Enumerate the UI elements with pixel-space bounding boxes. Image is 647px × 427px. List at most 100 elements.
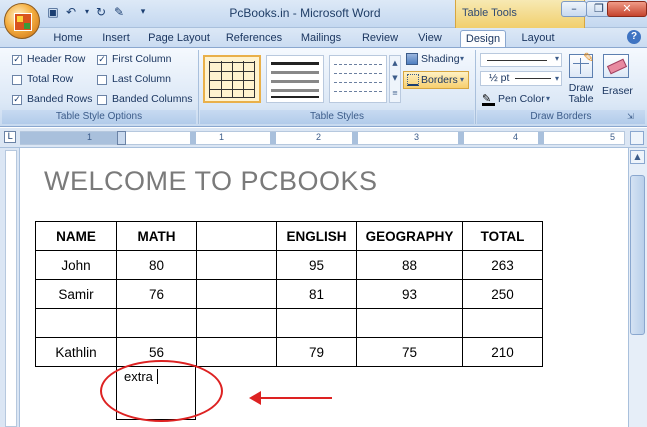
table-cell[interactable] [356, 308, 463, 338]
close-button[interactable]: ✕ [607, 1, 647, 17]
table-cell[interactable]: 75 [356, 337, 463, 367]
office-button[interactable] [4, 3, 40, 39]
borders-dropdown-icon[interactable]: ▾ [460, 75, 464, 84]
borders-button[interactable]: Borders [421, 74, 458, 86]
table-style-shaded[interactable] [266, 55, 324, 103]
last-column-checkbox[interactable] [97, 75, 107, 85]
table-header-cell[interactable]: NAME [35, 221, 117, 251]
format-painter-icon[interactable]: ✎ [112, 5, 126, 19]
tab-insert[interactable]: Insert [96, 30, 136, 48]
ruler-number: 5 [610, 132, 616, 142]
table-header-cell[interactable]: MATH [116, 221, 197, 251]
table-cell[interactable]: Kathlin [35, 337, 117, 367]
undo-icon[interactable]: ↶ [64, 5, 78, 19]
table-styles-group-label: Table Styles [200, 110, 474, 124]
eraser-icon[interactable] [603, 54, 629, 78]
shading-button[interactable]: Shading [421, 53, 460, 65]
table-cell[interactable]: Samir [35, 279, 117, 309]
tab-design[interactable]: Design [460, 30, 506, 48]
minimize-button[interactable]: – [561, 1, 587, 17]
draw-table-button[interactable]: Draw Table [566, 83, 596, 105]
tab-layout[interactable]: Layout [516, 30, 560, 48]
table-cell[interactable] [196, 308, 277, 338]
table-cell[interactable]: 81 [276, 279, 357, 309]
eraser-button[interactable]: Eraser [602, 85, 633, 97]
column-marker-icon[interactable] [458, 132, 464, 144]
window-title: PcBooks.in - Microsoft Word [229, 6, 381, 20]
table-style-light[interactable] [329, 55, 387, 103]
vertical-ruler-track[interactable] [5, 150, 17, 427]
table-cell[interactable] [462, 308, 543, 338]
draw-table-icon[interactable]: ✎ [569, 51, 594, 78]
table-cell[interactable] [116, 308, 197, 338]
total-row-label: Total Row [27, 73, 74, 85]
table-header-row: NAME MATH ENGLISH GEOGRAPHY TOTAL [35, 221, 543, 251]
column-marker-icon[interactable] [190, 132, 196, 144]
pen-weight-value: ½ pt [489, 72, 510, 84]
table-cell[interactable] [276, 308, 357, 338]
tab-review[interactable]: Review [360, 30, 400, 48]
total-row-checkbox[interactable] [12, 75, 22, 85]
first-column-checkbox[interactable]: ✓ [97, 55, 107, 65]
view-ruler-icon[interactable] [630, 131, 644, 145]
table-row: Samir 76 81 93 250 [35, 279, 543, 309]
tab-references[interactable]: References [225, 30, 283, 48]
table-cell[interactable]: 88 [356, 250, 463, 280]
table-cell[interactable] [35, 308, 117, 338]
table-header-cell[interactable] [196, 221, 277, 251]
table-cell[interactable]: 263 [462, 250, 543, 280]
undo-dropdown-icon[interactable]: ▾ [80, 5, 94, 19]
shading-dropdown-icon[interactable]: ▾ [460, 54, 464, 63]
help-icon[interactable]: ? [627, 30, 641, 44]
table-cell[interactable]: 95 [276, 250, 357, 280]
column-marker-icon[interactable] [538, 132, 544, 144]
dialog-launcher-icon[interactable]: ⇲ [627, 112, 634, 121]
scroll-up-button[interactable]: ▲ [630, 150, 645, 164]
annotation-arrow-line [258, 397, 332, 399]
customize-qat-icon[interactable]: ▾ [136, 5, 150, 19]
pen-weight-select[interactable]: ½ pt ▾ [480, 71, 562, 86]
table-cell[interactable] [196, 337, 277, 367]
save-icon[interactable]: ▣ [46, 5, 60, 19]
pen-color-button[interactable]: Pen Color [498, 93, 545, 105]
ruler-number: 2 [316, 132, 322, 142]
table-cell[interactable]: 93 [356, 279, 463, 309]
pen-color-dropdown-icon[interactable]: ▾ [546, 94, 550, 103]
tab-selector-icon[interactable]: L [4, 131, 16, 143]
banded-columns-checkbox[interactable] [97, 95, 107, 105]
tab-view[interactable]: View [413, 30, 447, 48]
column-marker-icon[interactable] [352, 132, 358, 144]
header-row-checkbox[interactable]: ✓ [12, 55, 22, 65]
indent-marker-icon[interactable] [117, 131, 126, 145]
styles-gallery-scroll[interactable]: ▲ ▼ ≡ [389, 55, 401, 103]
table-cell[interactable]: 250 [462, 279, 543, 309]
table-style-grid[interactable] [203, 55, 261, 103]
table-cell[interactable] [196, 250, 277, 280]
pen-style-select[interactable]: ▾ [480, 53, 562, 67]
column-marker-icon[interactable] [270, 132, 276, 144]
table-cell[interactable]: 79 [276, 337, 357, 367]
table-cell[interactable]: 76 [116, 279, 197, 309]
ruler-number: 3 [414, 132, 420, 142]
first-column-label: First Column [112, 53, 172, 65]
table-header-cell[interactable]: TOTAL [462, 221, 543, 251]
table-row [35, 308, 543, 338]
table-cell[interactable]: 210 [462, 337, 543, 367]
ruler-number: 1 [87, 132, 93, 142]
shading-icon[interactable] [406, 53, 418, 65]
table-style-options-group-label: Table Style Options [2, 110, 196, 124]
tab-home[interactable]: Home [48, 30, 88, 48]
table-cell[interactable] [196, 279, 277, 309]
redo-icon[interactable]: ↻ [94, 5, 108, 19]
tab-page-layout[interactable]: Page Layout [148, 30, 210, 48]
table-header-cell[interactable]: ENGLISH [276, 221, 357, 251]
table-header-cell[interactable]: GEOGRAPHY [356, 221, 463, 251]
tab-mailings[interactable]: Mailings [296, 30, 346, 48]
document-heading[interactable]: WELCOME TO PCBOOKS [44, 166, 378, 197]
table-cell[interactable]: 80 [116, 250, 197, 280]
scrollbar-thumb[interactable] [630, 175, 645, 335]
banded-rows-checkbox[interactable]: ✓ [12, 95, 22, 105]
pen-color-icon: ✎ [482, 93, 495, 106]
grades-table[interactable]: NAME MATH ENGLISH GEOGRAPHY TOTAL John 8… [35, 221, 543, 367]
table-cell[interactable]: John [35, 250, 117, 280]
